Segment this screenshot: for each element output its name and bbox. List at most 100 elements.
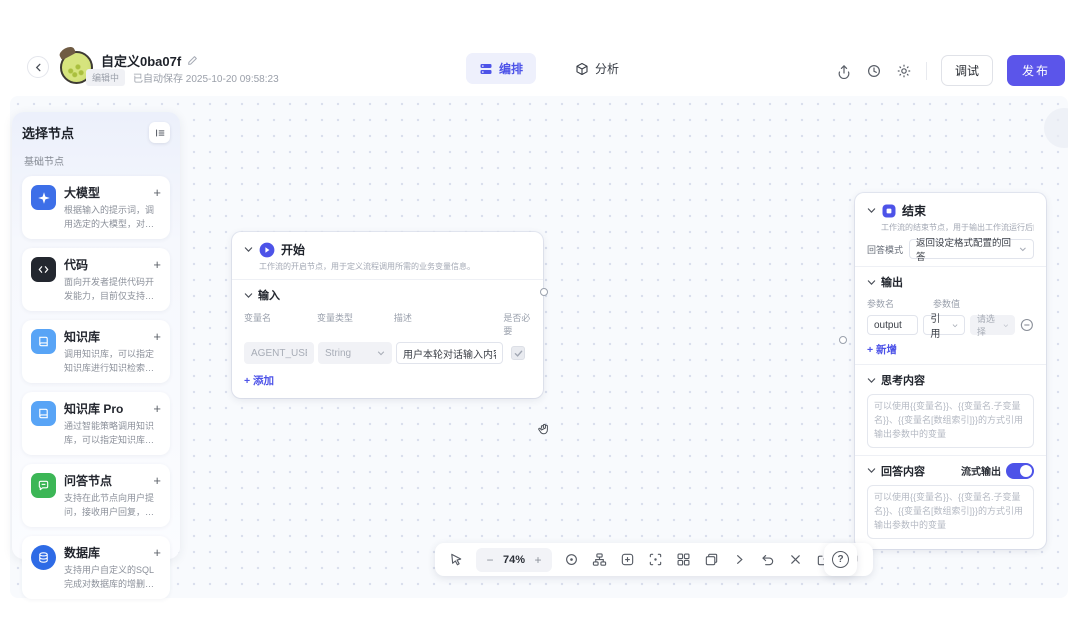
output-name-field[interactable] <box>867 315 918 335</box>
add-node-button[interactable]: + <box>153 546 161 559</box>
output-value-select[interactable]: 请选择 <box>970 315 1015 335</box>
column-variable-type: 变量类型 <box>317 311 394 337</box>
palette-item-knowledge-pro[interactable]: 知识库 Pro + 通过智能策略调用知识库，可以指定知识库进行知识检索… <box>22 392 170 455</box>
thinking-content-input[interactable]: 可以使用{{变量名}}、{{变量名.子变量名}}、{{变量名[数组索引]}}的方… <box>867 394 1034 448</box>
chevron-down-icon[interactable] <box>867 206 876 215</box>
divider <box>855 455 1046 456</box>
workflow-title: 自定义0ba07f <box>101 51 181 70</box>
select-cursor-icon[interactable] <box>445 548 468 571</box>
output-value-placeholder: 请选择 <box>977 312 999 338</box>
floating-bubble[interactable] <box>1044 108 1068 148</box>
chevron-down-icon <box>952 322 958 329</box>
zoom-in-button[interactable]: + <box>532 553 544 567</box>
palette-title: 选择节点 <box>22 123 74 142</box>
palette-item-desc: 根据输入的提示词，调用选定的大模型，对提示词作出回答 <box>64 204 161 231</box>
publish-button[interactable]: 发布 <box>1007 55 1065 86</box>
column-param-name: 参数名 <box>867 297 933 310</box>
collapse-sidebar-icon[interactable] <box>149 122 170 143</box>
canvas-toolbar: − 74% + <box>435 543 873 576</box>
end-node[interactable]: 结束 工作流的结束节点，用于输出工作流运行后的最终结果。 回答模式 返回设定格式… <box>855 193 1046 549</box>
code-icon <box>31 257 56 282</box>
palette-item-desc: 支持用户自定义的SQL完成对数据库的增删改查操作 <box>64 564 161 591</box>
palette-item-desc: 面向开发者提供代码开发能力，目前仅支持python语言… <box>64 276 161 303</box>
chevron-right-icon[interactable] <box>728 548 751 571</box>
toggle-knob <box>1020 465 1032 477</box>
thinking-section-title: 思考内容 <box>881 372 925 388</box>
start-node-desc: 工作流的开启节点，用于定义流程调用所需的业务变量信息。 <box>259 261 531 272</box>
chevron-left-icon <box>34 63 43 72</box>
output-ref-select[interactable]: 引用 <box>923 315 965 335</box>
variable-desc-field[interactable] <box>396 342 503 364</box>
add-node-button[interactable]: + <box>153 402 161 415</box>
start-node-icon <box>259 242 275 258</box>
tab-analyze[interactable]: 分析 <box>562 53 632 84</box>
qa-icon <box>31 473 56 498</box>
orchestrate-icon <box>479 62 493 76</box>
palette-item-database[interactable]: 数据库 + 支持用户自定义的SQL完成对数据库的增删改查操作 <box>22 536 170 599</box>
chevron-down-icon[interactable] <box>867 278 876 287</box>
column-required: 是否必要 <box>503 311 531 337</box>
close-icon[interactable] <box>784 548 807 571</box>
palette-item-knowledge[interactable]: 知识库 + 调用知识库，可以指定知识库进行知识检索和问答 <box>22 320 170 383</box>
edit-icon[interactable] <box>187 55 198 66</box>
fit-view-icon[interactable] <box>644 548 667 571</box>
locate-icon[interactable] <box>560 548 583 571</box>
stream-output-toggle[interactable] <box>1006 463 1034 479</box>
end-node-input-port[interactable] <box>839 336 847 344</box>
start-node-output-port[interactable] <box>540 288 548 296</box>
zoom-level: 74% <box>503 554 525 566</box>
divider <box>855 364 1046 365</box>
history-icon[interactable] <box>866 63 882 79</box>
check-icon <box>514 349 523 358</box>
chevron-down-icon[interactable] <box>867 466 876 475</box>
start-node[interactable]: 开始 工作流的开启节点，用于定义流程调用所需的业务变量信息。 输入 变量名 变量… <box>232 232 543 398</box>
help-button[interactable]: ? <box>824 543 857 576</box>
column-description: 描述 <box>394 311 503 337</box>
chevron-down-icon <box>1003 322 1009 329</box>
palette-item-title: 大模型 <box>64 184 153 201</box>
palette-section-label: 基础节点 <box>24 153 170 168</box>
palette-item-desc: 通过智能策略调用知识库，可以指定知识库进行知识检索… <box>64 420 161 447</box>
required-checkbox[interactable] <box>511 346 525 360</box>
chevron-down-icon[interactable] <box>867 376 876 385</box>
palette-item-qa[interactable]: 问答节点 + 支持在此节点向用户提问，接收用户回复，并输出回复内… <box>22 464 170 527</box>
share-icon[interactable] <box>836 63 852 79</box>
variable-type-select[interactable]: String <box>318 342 392 364</box>
add-output-button[interactable]: + 新增 <box>867 342 1034 357</box>
chevron-down-icon[interactable] <box>244 245 253 254</box>
autosave-text: 已自动保存 2025-10-20 09:58:23 <box>133 70 279 85</box>
top-header: 自定义0ba07f 编辑中 已自动保存 2025-10-20 09:58:23 … <box>0 45 1079 93</box>
divider <box>232 279 543 280</box>
add-node-button[interactable]: + <box>153 258 161 271</box>
add-node-button[interactable]: + <box>153 330 161 343</box>
palette-item-desc: 调用知识库，可以指定知识库进行知识检索和问答 <box>64 348 161 375</box>
answer-content-input[interactable]: 可以使用{{变量名}}、{{变量名.子变量名}}、{{变量名[数组索引]}}的方… <box>867 485 1034 539</box>
variable-name-field[interactable] <box>244 342 314 364</box>
add-variable-button[interactable]: + 添加 <box>244 373 531 388</box>
debug-button[interactable]: 调试 <box>941 55 993 86</box>
palette-item-title: 知识库 Pro <box>64 400 153 417</box>
undo-icon[interactable] <box>756 548 779 571</box>
auto-layout-icon[interactable] <box>588 548 611 571</box>
add-node-button[interactable]: + <box>153 474 161 487</box>
chevron-down-icon <box>1019 245 1027 253</box>
chevron-down-icon[interactable] <box>244 291 253 300</box>
tab-analyze-label: 分析 <box>595 60 619 77</box>
app-window: 自定义0ba07f 编辑中 已自动保存 2025-10-20 09:58:23 … <box>0 0 1079 626</box>
copy-template-icon[interactable] <box>700 548 723 571</box>
status-badge: 编辑中 <box>86 69 125 86</box>
settings-icon[interactable] <box>896 63 912 79</box>
add-node-button[interactable]: + <box>153 186 161 199</box>
divider <box>855 266 1046 267</box>
answer-mode-select[interactable]: 返回设定格式配置的回答 <box>909 239 1034 259</box>
remove-output-icon[interactable] <box>1020 318 1034 332</box>
add-block-icon[interactable] <box>616 548 639 571</box>
input-variable-row: String <box>244 342 531 364</box>
tab-orchestrate[interactable]: 编排 <box>466 53 536 84</box>
palette-item-code[interactable]: 代码 + 面向开发者提供代码开发能力，目前仅支持python语言… <box>22 248 170 311</box>
back-button[interactable] <box>27 56 49 78</box>
zoom-out-button[interactable]: − <box>484 553 496 567</box>
palette-item-llm[interactable]: 大模型 + 根据输入的提示词，调用选定的大模型，对提示词作出回答 <box>22 176 170 239</box>
palette-item-desc: 支持在此节点向用户提问，接收用户回复，并输出回复内… <box>64 492 161 519</box>
layout-grid-icon[interactable] <box>672 548 695 571</box>
